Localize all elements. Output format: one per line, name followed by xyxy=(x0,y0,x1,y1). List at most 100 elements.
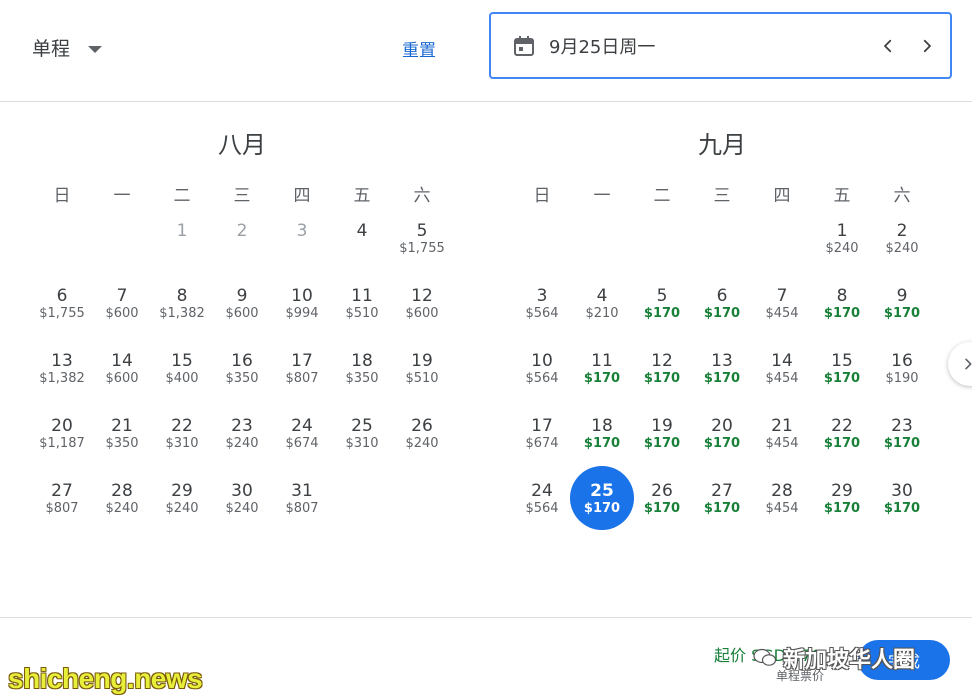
day-cell[interactable]: 31 $807 xyxy=(272,475,332,540)
day-cell[interactable]: 15 $170 xyxy=(812,345,872,410)
day-cell[interactable]: 5 $1,755 xyxy=(392,215,452,280)
day-cell[interactable]: 24 $674 xyxy=(272,410,332,475)
day-cell[interactable]: 26 $170 xyxy=(632,475,692,540)
empty-day-cell xyxy=(572,215,632,280)
day-price: $170 xyxy=(583,501,621,516)
day-cell[interactable]: 17 $807 xyxy=(272,345,332,410)
day-price: $240 xyxy=(105,501,139,516)
day-cell[interactable]: 5 $170 xyxy=(632,280,692,345)
day-cell[interactable]: 13 $1,382 xyxy=(32,345,92,410)
day-cell[interactable]: 27 $170 xyxy=(692,475,752,540)
day-price: $510 xyxy=(345,306,379,321)
day-cell[interactable]: 19 $510 xyxy=(392,345,452,410)
day-cell[interactable]: 16 $350 xyxy=(212,345,272,410)
day-cell[interactable]: 14 $600 xyxy=(92,345,152,410)
day-number: 9 xyxy=(236,286,248,306)
wechat-watermark-text: 新加坡华人圈 xyxy=(783,648,916,673)
weekday-header: 日 一 二 三 四 五 六 xyxy=(32,181,452,206)
selected-day-cell[interactable]: 25 $170 xyxy=(570,466,634,540)
empty-day-cell xyxy=(692,215,752,280)
day-number: 7 xyxy=(116,286,128,306)
day-cell[interactable]: 9 $170 xyxy=(872,280,932,345)
day-cell[interactable]: 29 $240 xyxy=(152,475,212,540)
wechat-watermark: 新加坡华人圈 xyxy=(753,642,915,674)
day-cell[interactable]: 3 $564 xyxy=(512,280,572,345)
day-price: $600 xyxy=(105,306,139,321)
day-price: $1,382 xyxy=(39,371,85,386)
day-cell[interactable]: 15 $400 xyxy=(152,345,212,410)
day-cell[interactable]: 26 $240 xyxy=(392,410,452,475)
day-number: 5 xyxy=(416,221,428,241)
day-cell[interactable]: 13 $170 xyxy=(692,345,752,410)
day-cell[interactable]: 12 $170 xyxy=(632,345,692,410)
day-cell[interactable]: 17 $674 xyxy=(512,410,572,475)
day-cell: 3 xyxy=(272,215,332,280)
day-cell[interactable]: 6 $1,755 xyxy=(32,280,92,345)
chevron-right-icon xyxy=(965,358,972,370)
day-number: 26 xyxy=(411,416,433,436)
day-cell[interactable]: 23 $170 xyxy=(872,410,932,475)
day-cell[interactable]: 18 $350 xyxy=(332,345,392,410)
day-cell[interactable]: 7 $454 xyxy=(752,280,812,345)
day-cell[interactable]: 21 $454 xyxy=(752,410,812,475)
day-cell[interactable]: 8 $1,382 xyxy=(152,280,212,345)
day-cell[interactable]: 21 $350 xyxy=(92,410,152,475)
day-cell[interactable]: 16 $190 xyxy=(872,345,932,410)
day-number: 14 xyxy=(111,351,133,371)
day-cell[interactable]: 25 $310 xyxy=(332,410,392,475)
empty-day-cell xyxy=(32,215,92,280)
day-cell[interactable]: 10 $564 xyxy=(512,345,572,410)
day-number: 24 xyxy=(531,481,553,501)
day-cell[interactable]: 22 $310 xyxy=(152,410,212,475)
weekday-label: 五 xyxy=(353,186,371,206)
day-cell[interactable]: 10 $994 xyxy=(272,280,332,345)
day-cell[interactable]: 22 $170 xyxy=(812,410,872,475)
day-number: 22 xyxy=(831,416,853,436)
day-cell[interactable]: 24 $564 xyxy=(512,475,572,540)
day-cell[interactable]: 4 xyxy=(332,215,392,280)
day-cell[interactable]: 28 $454 xyxy=(752,475,812,540)
day-cell[interactable]: 6 $170 xyxy=(692,280,752,345)
day-cell[interactable]: 1 $240 xyxy=(812,215,872,280)
day-price: $350 xyxy=(105,436,139,451)
day-cell[interactable]: 11 $510 xyxy=(332,280,392,345)
day-cell: 1 xyxy=(152,215,212,280)
next-month-button[interactable] xyxy=(948,342,972,386)
day-cell[interactable]: 23 $240 xyxy=(212,410,272,475)
day-cell[interactable]: 14 $454 xyxy=(752,345,812,410)
next-date-button[interactable] xyxy=(913,32,941,60)
day-cell[interactable]: 19 $170 xyxy=(632,410,692,475)
day-cell[interactable]: 20 $170 xyxy=(692,410,752,475)
selected-date-field[interactable]: 9月25日周一 xyxy=(489,12,952,79)
day-price: $170 xyxy=(703,501,741,516)
day-cell[interactable]: 11 $170 xyxy=(572,345,632,410)
day-number: 10 xyxy=(291,286,313,306)
day-number: 14 xyxy=(771,351,793,371)
day-cell[interactable]: 20 $1,187 xyxy=(32,410,92,475)
day-cell[interactable]: 29 $170 xyxy=(812,475,872,540)
trip-type-dropdown[interactable]: 单程 xyxy=(32,34,103,61)
day-cell[interactable]: 30 $240 xyxy=(212,475,272,540)
day-cell[interactable]: 9 $600 xyxy=(212,280,272,345)
day-cell[interactable]: 28 $240 xyxy=(92,475,152,540)
day-price: $170 xyxy=(883,306,921,321)
day-price: $240 xyxy=(825,241,859,256)
day-price: $454 xyxy=(765,436,799,451)
previous-date-button[interactable] xyxy=(874,32,902,60)
weekday-label: 三 xyxy=(233,186,251,206)
day-price: $350 xyxy=(225,371,259,386)
day-price: $1,382 xyxy=(159,306,205,321)
day-cell[interactable]: 8 $170 xyxy=(812,280,872,345)
reset-button[interactable]: 重置 xyxy=(402,36,436,61)
day-number: 4 xyxy=(596,286,608,306)
day-cell[interactable]: 7 $600 xyxy=(92,280,152,345)
day-cell[interactable]: 2 $240 xyxy=(872,215,932,280)
day-cell[interactable]: 12 $600 xyxy=(392,280,452,345)
day-cell[interactable]: 30 $170 xyxy=(872,475,932,540)
empty-day-cell xyxy=(632,215,692,280)
day-number: 8 xyxy=(836,286,848,306)
weekday-label: 二 xyxy=(173,186,191,206)
day-cell[interactable]: 4 $210 xyxy=(572,280,632,345)
day-cell[interactable]: 27 $807 xyxy=(32,475,92,540)
weekday-label: 一 xyxy=(113,186,131,206)
